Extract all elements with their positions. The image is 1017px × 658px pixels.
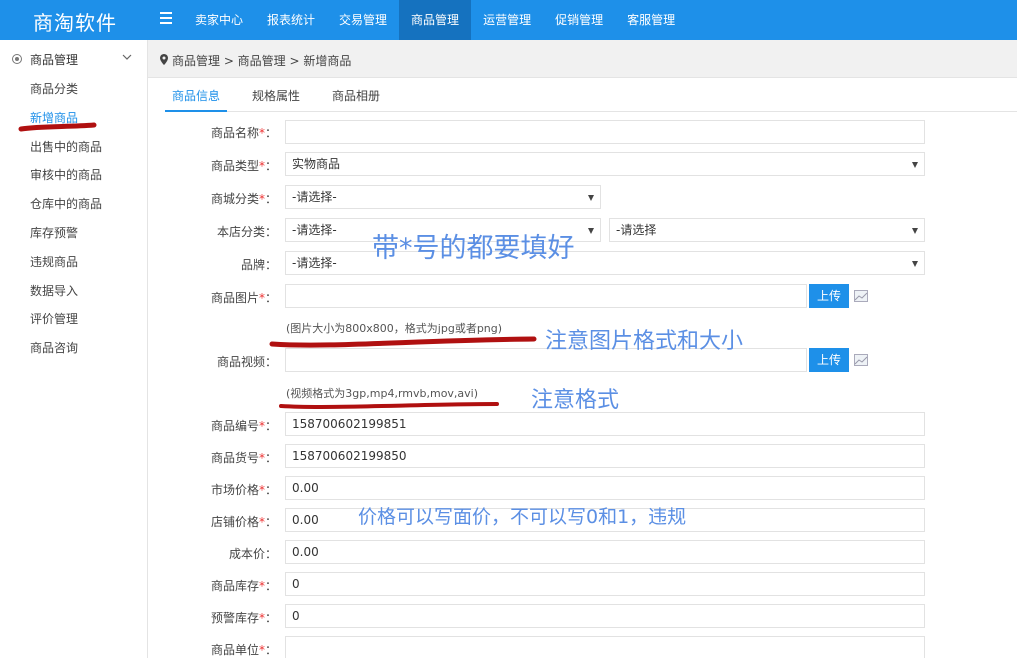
warn-stock-label: 预警库存*： xyxy=(210,611,277,625)
market-price-label: 市场价格*： xyxy=(210,483,277,497)
tab-bar: 商品信息 规格属性 商品相册 xyxy=(165,80,1017,112)
nav-trade[interactable]: 交易管理 xyxy=(327,0,399,40)
video-hint: (视频格式为3gp,mp4,rmvb,mov,avi) xyxy=(286,387,479,400)
tab-goods-info[interactable]: 商品信息 xyxy=(165,80,227,112)
cost-price-label: 成本价： xyxy=(228,547,277,561)
nav-goods[interactable]: 商品管理 xyxy=(399,0,472,40)
sidebar-item-category[interactable]: 商品分类 xyxy=(30,78,102,107)
stock-input[interactable]: 0 xyxy=(285,572,925,596)
type-label: 商品类型*： xyxy=(210,159,277,173)
annotation-image-note: 注意图片格式和大小 xyxy=(545,329,744,354)
unit-input[interactable] xyxy=(285,636,925,658)
goods-image-input[interactable] xyxy=(285,284,807,308)
sidebar-item-reviewing[interactable]: 审核中的商品 xyxy=(30,164,102,193)
cost-price-input[interactable]: 0.00 xyxy=(285,540,925,564)
stock-label: 商品库存*： xyxy=(210,579,277,593)
sidebar-item-new-goods[interactable]: 新增商品 xyxy=(30,107,102,136)
shop-price-label: 店铺价格*： xyxy=(210,515,277,529)
nav-seller-center[interactable]: 卖家中心 xyxy=(183,0,255,40)
unit-label: 商品单位*： xyxy=(210,643,277,657)
app-logo: 商淘软件 xyxy=(33,11,117,35)
breadcrumb: 商品管理 > 商品管理 > 新增商品 xyxy=(172,54,352,68)
sidebar-item-stock-warning[interactable]: 库存预警 xyxy=(30,222,102,251)
sidebar: 商品管理 商品分类 新增商品 出售中的商品 审核中的商品 仓库中的商品 库存预警… xyxy=(0,40,148,658)
sidebar-group-header[interactable]: 商品管理 xyxy=(0,40,147,78)
radio-icon xyxy=(12,54,22,64)
image-upload-button[interactable]: 上传 xyxy=(809,284,849,308)
brand-label: 品牌： xyxy=(240,258,277,272)
mall-category-select[interactable]: -请选择- xyxy=(285,185,601,209)
goods-no-input[interactable]: 158700602199850 xyxy=(285,444,925,468)
sidebar-group-title: 商品管理 xyxy=(30,53,79,67)
shop-category-label: 本店分类： xyxy=(216,225,277,239)
video-upload-button[interactable]: 上传 xyxy=(809,348,849,372)
image-preview-icon[interactable] xyxy=(854,290,868,302)
sidebar-item-violations[interactable]: 违规商品 xyxy=(30,251,102,280)
sidebar-item-import[interactable]: 数据导入 xyxy=(30,280,102,309)
sidebar-item-reviews[interactable]: 评价管理 xyxy=(30,308,102,337)
image-hint: (图片大小为800x800，格式为jpg或者png) xyxy=(286,322,503,335)
location-pin-icon xyxy=(160,54,168,65)
video-label: 商品视频： xyxy=(216,355,277,369)
breadcrumb-bar: 商品管理 > 商品管理 > 新增商品 xyxy=(148,40,1017,78)
top-navbar: 商淘软件 卖家中心 报表统计 交易管理 商品管理 运营管理 促销管理 客服管理 xyxy=(0,0,1017,40)
sidebar-item-on-sale[interactable]: 出售中的商品 xyxy=(30,136,102,165)
tab-album[interactable]: 商品相册 xyxy=(332,80,380,112)
goods-no-label: 商品货号*： xyxy=(210,451,277,465)
image-label: 商品图片*： xyxy=(210,291,277,305)
annotation-required-note: 带*号的都要填好 xyxy=(372,233,575,264)
sidebar-item-warehouse[interactable]: 仓库中的商品 xyxy=(30,193,102,222)
shop-category-select-2[interactable]: -请选择 xyxy=(609,218,925,242)
goods-type-select[interactable]: 实物商品 xyxy=(285,152,925,176)
chevron-down-icon xyxy=(122,54,132,60)
nav-promotion[interactable]: 促销管理 xyxy=(543,0,615,40)
market-price-input[interactable]: 0.00 xyxy=(285,476,925,500)
nav-service[interactable]: 客服管理 xyxy=(615,0,687,40)
nav-reports[interactable]: 报表统计 xyxy=(255,0,327,40)
nav-operations[interactable]: 运营管理 xyxy=(471,0,543,40)
goods-sn-input[interactable]: 158700602199851 xyxy=(285,412,925,436)
sidebar-items: 商品分类 新增商品 出售中的商品 审核中的商品 仓库中的商品 库存预警 违规商品… xyxy=(30,78,102,366)
sn-label: 商品编号*： xyxy=(210,419,277,433)
menu-toggle-icon[interactable] xyxy=(160,12,172,24)
video-preview-icon[interactable] xyxy=(854,354,868,366)
warn-stock-input[interactable]: 0 xyxy=(285,604,925,628)
annotation-video-note: 注意格式 xyxy=(531,388,620,413)
sidebar-item-consult[interactable]: 商品咨询 xyxy=(30,337,102,366)
goods-name-input[interactable] xyxy=(285,120,925,144)
annotation-price-note: 价格可以写面价，不可以写0和1，违规 xyxy=(358,506,687,528)
tab-spec[interactable]: 规格属性 xyxy=(252,80,300,112)
name-label: 商品名称*： xyxy=(210,126,277,140)
red-underline-image-hint xyxy=(269,336,537,348)
mall-category-label: 商城分类*： xyxy=(210,192,277,206)
red-underline-video-hint xyxy=(279,402,499,409)
main-nav: 卖家中心 报表统计 交易管理 商品管理 运营管理 促销管理 客服管理 xyxy=(183,0,687,40)
